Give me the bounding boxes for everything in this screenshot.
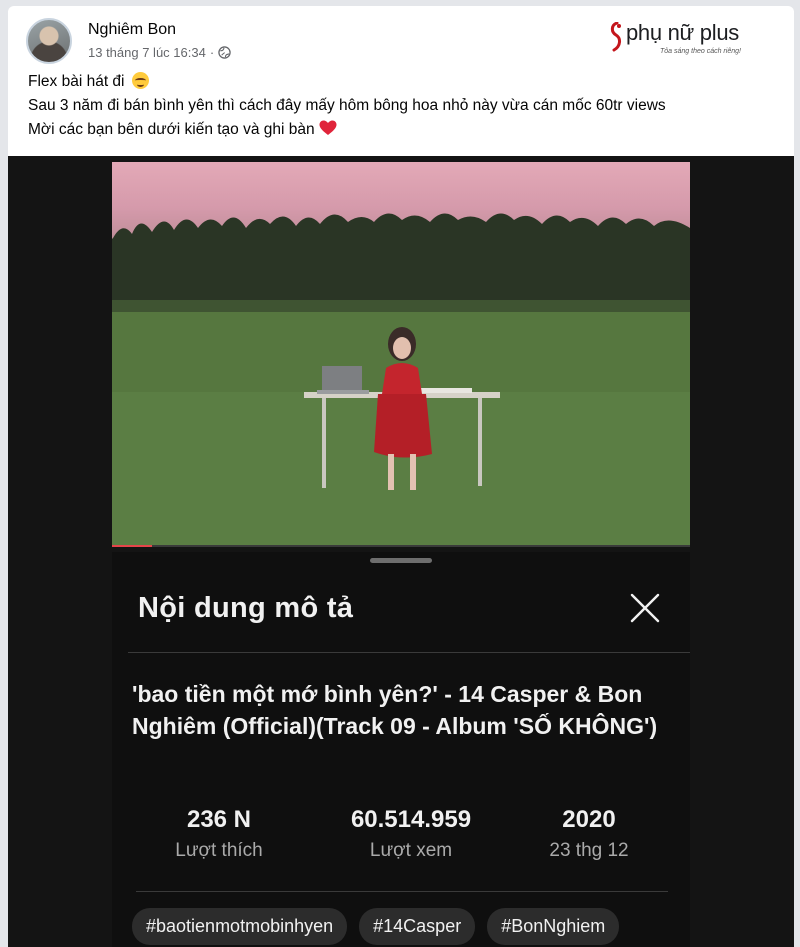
views-count: 60.514.959 <box>350 806 472 833</box>
stats-divider <box>136 891 668 892</box>
stat-likes: 236 N Lượt thích <box>144 806 294 862</box>
watermark-logo: phụ nữ plus Tỏa sáng theo cách riêng! <box>608 20 778 64</box>
stat-date: 2020 23 thg 12 <box>524 806 654 862</box>
author-avatar[interactable] <box>26 18 72 64</box>
post-timestamp[interactable]: 13 tháng 7 lúc 16:34 <box>88 45 206 60</box>
publish-year: 2020 <box>562 806 616 833</box>
watermark-brand: phụ nữ plus <box>626 20 739 45</box>
close-icon[interactable] <box>628 591 662 625</box>
video-frame[interactable] <box>112 162 690 545</box>
description-sheet: Nội dung mô tả 'bao tiền một mớ bình yên… <box>112 552 690 947</box>
screenshot-media[interactable]: Nội dung mô tả 'bao tiền một mớ bình yên… <box>8 156 794 947</box>
post-line-1: Flex bài hát đi <box>28 70 666 94</box>
header-divider <box>128 652 690 653</box>
post-body: Flex bài hát đi Sau 3 năm đi bán bình yê… <box>28 70 666 142</box>
smiling-face-hearts-icon <box>131 72 149 89</box>
facebook-post-card: Nghiêm Bon 13 tháng 7 lúc 16:34 · phụ nữ… <box>8 6 794 947</box>
stat-views: 60.514.959 Lượt xem <box>326 806 496 862</box>
watermark-tagline: Tỏa sáng theo cách riêng! <box>660 48 741 55</box>
sheet-heading: Nội dung mô tả <box>138 592 354 624</box>
post-line-2: Sau 3 năm đi bán bình yên thì cách đây m… <box>28 97 666 114</box>
hashtag-chip[interactable]: #14Casper <box>359 908 476 945</box>
video-progress-fill <box>112 545 153 547</box>
video-title: 'bao tiền một mớ bình yên?' - 14 Casper … <box>132 681 658 739</box>
sheet-drag-handle[interactable] <box>370 558 432 563</box>
video-scene <box>112 213 690 545</box>
author-name[interactable]: Nghiêm Bon <box>88 21 176 39</box>
globe-icon[interactable] <box>218 46 231 59</box>
video-stats: 236 N Lượt thích 60.514.959 Lượt xem 202… <box>112 806 690 866</box>
hashtag-list: #baotienmotmobinhyen #14Casper #BonNghie… <box>132 908 620 945</box>
meta-separator: · <box>209 45 215 60</box>
publish-date: 23 thg 12 <box>549 840 629 861</box>
post-line-3: Mời các bạn bên dưới kiến tạo và ghi bàn <box>28 118 666 142</box>
hashtag-chip[interactable]: #BonNghiem <box>487 908 620 945</box>
brand-mark-icon <box>610 22 621 52</box>
likes-label: Lượt thích <box>175 840 263 861</box>
views-label: Lượt xem <box>369 840 453 861</box>
post-meta: 13 tháng 7 lúc 16:34 · <box>88 45 231 60</box>
post-header: Nghiêm Bon 13 tháng 7 lúc 16:34 · phụ nữ… <box>26 18 786 68</box>
likes-count: 236 N <box>186 806 252 833</box>
red-heart-icon <box>319 120 337 135</box>
hashtag-chip[interactable]: #baotienmotmobinhyen <box>132 908 348 945</box>
video-progress-bar[interactable] <box>112 545 690 547</box>
